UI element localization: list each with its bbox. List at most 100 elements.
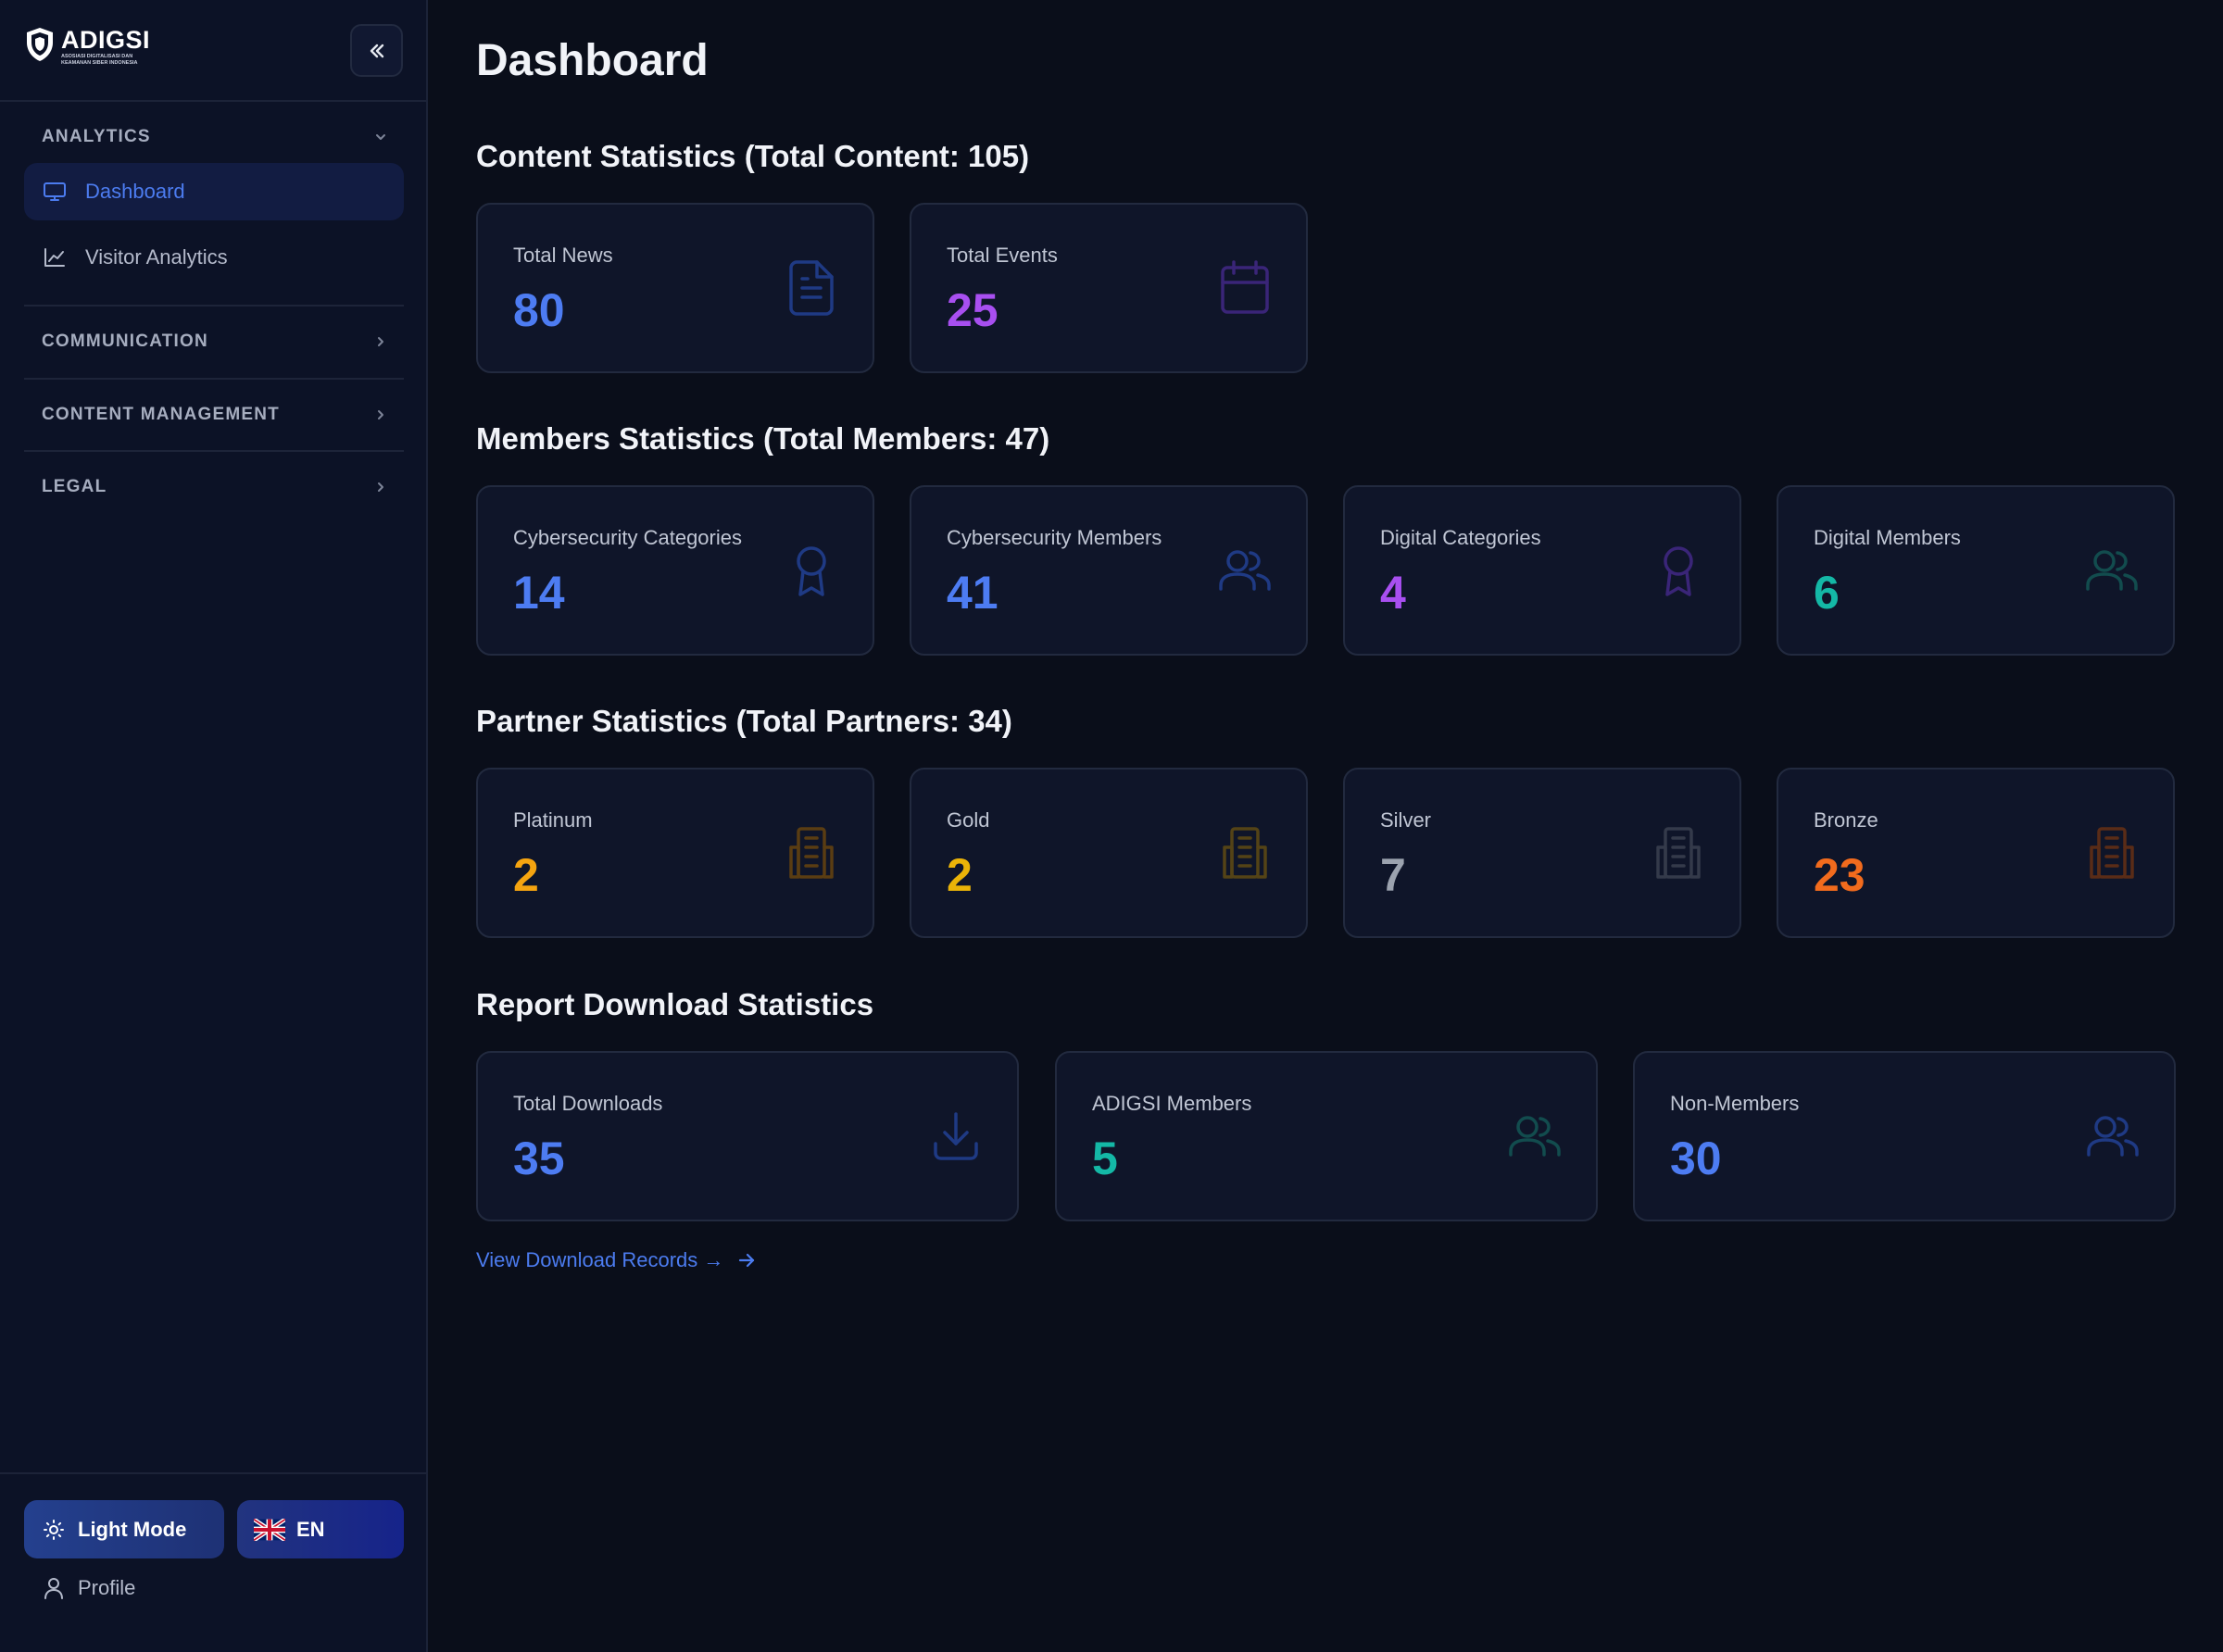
- stat-label: Cybersecurity Categories: [513, 526, 742, 549]
- chevron-right-icon: [378, 482, 383, 492]
- stat-card-total-events: Total Events 25: [910, 203, 1308, 373]
- stat-value: 5: [1092, 1133, 1118, 1184]
- light-mode-button[interactable]: Light Mode: [24, 1500, 224, 1558]
- stat-label: Digital Members: [1814, 526, 1961, 549]
- building-icon: [789, 827, 834, 879]
- page-title: Dashboard: [476, 36, 709, 85]
- brand-name: ADIGSI: [61, 26, 151, 54]
- collapse-sidebar-button[interactable]: [350, 24, 403, 77]
- chevron-right-icon: [378, 337, 383, 346]
- arrow-right-icon: [739, 1253, 755, 1268]
- chevron-down-icon: [376, 134, 385, 140]
- stat-value: 6: [1814, 567, 1840, 619]
- view-download-records-label: View Download Records →: [476, 1248, 724, 1271]
- profile-link[interactable]: Profile: [43, 1576, 135, 1600]
- stat-card-bronze: Bronze 23: [1777, 768, 2175, 938]
- section-analytics[interactable]: ANALYTICS: [24, 109, 404, 165]
- download-icon: [934, 1112, 978, 1160]
- stat-card-non-members: Non-Members 30: [1633, 1051, 2176, 1221]
- award-icon: [1664, 546, 1693, 596]
- line-chart-icon: [44, 248, 65, 267]
- sidebar-divider: [24, 378, 404, 380]
- stat-value: 2: [947, 849, 973, 901]
- section-analytics-label: ANALYTICS: [42, 127, 151, 146]
- users-icon: [2087, 1116, 2139, 1157]
- stat-value: 25: [947, 284, 998, 336]
- section-communication[interactable]: COMMUNICATION: [24, 314, 404, 369]
- uk-flag-icon: [254, 1518, 285, 1541]
- sidebar-header: ADIGSI ASOSIASI DIGITALISASI DAN KEAMANA…: [0, 0, 426, 102]
- shield-logo-icon: [27, 28, 53, 61]
- stat-label: Total Events: [947, 244, 1058, 267]
- stat-card-cybersecurity-members: Cybersecurity Members 41: [910, 485, 1308, 656]
- sidebar-divider: [24, 305, 404, 307]
- report-stats-title: Report Download Statistics: [476, 987, 874, 1021]
- stat-card-adigsi-members: ADIGSI Members 5: [1055, 1051, 1598, 1221]
- section-legal[interactable]: LEGAL: [24, 459, 404, 515]
- calendar-icon: [1221, 260, 1269, 314]
- chevron-right-icon: [378, 410, 383, 419]
- section-legal-label: LEGAL: [42, 477, 107, 496]
- sidebar-item-dashboard[interactable]: Dashboard: [24, 163, 404, 220]
- sidebar-divider: [24, 450, 404, 452]
- brand-subtitle-2: KEAMANAN SIBER INDONESIA: [61, 60, 138, 66]
- stat-value: 23: [1814, 849, 1865, 901]
- brand-logo[interactable]: ADIGSI ASOSIASI DIGITALISASI DAN KEAMANA…: [24, 26, 150, 67]
- language-label: EN: [296, 1517, 325, 1541]
- stat-card-total-downloads: Total Downloads 35: [476, 1051, 1019, 1221]
- stat-label: Total Downloads: [513, 1092, 663, 1115]
- stat-value: 4: [1380, 567, 1406, 619]
- stat-value: 2: [513, 849, 539, 901]
- stat-card-silver: Silver 7: [1343, 768, 1741, 938]
- stat-label: Bronze: [1814, 808, 1878, 832]
- monitor-icon: [44, 182, 66, 201]
- sidebar-item-label: Visitor Analytics: [85, 245, 228, 269]
- stat-label: Platinum: [513, 808, 593, 832]
- section-content-management-label: CONTENT MANAGEMENT: [42, 405, 280, 424]
- stat-card-digital-categories: Digital Categories 4: [1343, 485, 1741, 656]
- partner-stats-title: Partner Statistics (Total Partners: 34): [476, 704, 1012, 738]
- building-icon: [1656, 827, 1701, 879]
- stat-label: Total News: [513, 244, 613, 267]
- stat-value: 30: [1670, 1133, 1722, 1184]
- brand-subtitle-1: ASOSIASI DIGITALISASI DAN: [61, 54, 133, 59]
- stat-label: Digital Categories: [1380, 526, 1541, 549]
- sidebar-item-visitor-analytics[interactable]: Visitor Analytics: [24, 229, 404, 286]
- stat-value: 7: [1380, 849, 1406, 901]
- award-icon: [797, 546, 826, 596]
- section-communication-label: COMMUNICATION: [42, 332, 208, 351]
- sun-icon: [44, 1519, 64, 1540]
- stat-label: Non-Members: [1670, 1092, 1800, 1115]
- stat-value: 80: [513, 284, 565, 336]
- document-icon: [789, 260, 834, 316]
- stat-card-total-news: Total News 80: [476, 203, 874, 373]
- users-icon: [1219, 550, 1271, 591]
- member-stats-title: Members Statistics (Total Members: 47): [476, 421, 1050, 456]
- light-mode-label: Light Mode: [78, 1517, 187, 1541]
- stat-label: Silver: [1380, 808, 1432, 832]
- section-content-management[interactable]: CONTENT MANAGEMENT: [24, 387, 404, 443]
- stat-value: 14: [513, 567, 565, 619]
- language-button[interactable]: EN: [237, 1500, 404, 1558]
- stat-value: 41: [947, 567, 998, 619]
- building-icon: [2090, 827, 2134, 879]
- users-icon: [1509, 1116, 1561, 1157]
- building-icon: [1223, 827, 1267, 879]
- content-stats-title: Content Statistics (Total Content: 105): [476, 139, 1030, 173]
- view-download-records-link[interactable]: View Download Records →: [476, 1248, 757, 1272]
- stat-card-gold: Gold 2: [910, 768, 1308, 938]
- stat-card-platinum: Platinum 2: [476, 768, 874, 938]
- sidebar-item-label: Dashboard: [85, 180, 185, 203]
- stat-label: Cybersecurity Members: [947, 526, 1162, 549]
- stat-label: Gold: [947, 808, 990, 832]
- stat-label: ADIGSI Members: [1092, 1092, 1252, 1115]
- stat-card-cybersecurity-categories: Cybersecurity Categories 14: [476, 485, 874, 656]
- user-icon: [44, 1578, 63, 1599]
- sidebar-footer: Light Mode EN Profile: [0, 1472, 428, 1652]
- chevrons-left-icon: [370, 44, 383, 57]
- main-content: Dashboard Content Statistics (Total Cont…: [430, 0, 2223, 1652]
- users-icon: [2086, 550, 2138, 591]
- sidebar: ADIGSI ASOSIASI DIGITALISASI DAN KEAMANA…: [0, 0, 428, 1652]
- stat-card-digital-members: Digital Members 6: [1777, 485, 2175, 656]
- stat-value: 35: [513, 1133, 565, 1184]
